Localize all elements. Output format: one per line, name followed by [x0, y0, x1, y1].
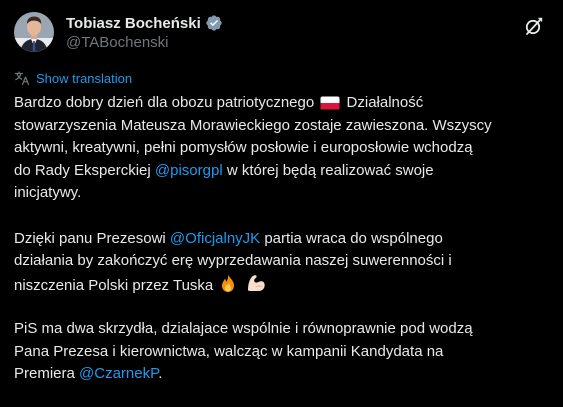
tweet-line: Bardzo dobry dzień dla obozu patriotyczn…	[14, 92, 563, 115]
author-name-row: Tobiasz Bocheński	[66, 13, 223, 33]
tweet-text-segment: .	[158, 365, 163, 383]
show-translation-link[interactable]: Show translation	[36, 71, 132, 86]
mention-link[interactable]: @pisorgpl	[155, 162, 223, 179]
tweet-text-segment: partia wraca do wspólnego	[264, 229, 443, 247]
tweet-line: do Rady Eksperckiej @pisorgpl w której b…	[14, 160, 563, 183]
tweet-header: Tobiasz Bocheński @TABochenski	[14, 12, 563, 56]
tweet-text-segment: Premiera	[14, 365, 75, 383]
tweet-line: Dzięki panu Prezesowi @OficjalnyJK parti…	[14, 228, 563, 251]
translate-icon	[14, 70, 30, 86]
tweet-line: stowarzyszenia Mateusza Morawieckiego zo…	[14, 116, 492, 134]
grok-icon[interactable]	[524, 16, 544, 36]
tweet-text-segment: Dzięki panu Prezesowi	[14, 229, 166, 247]
profile-photo-icon	[14, 12, 54, 52]
author-name[interactable]: Tobiasz Bocheński	[66, 15, 201, 32]
fire-icon	[219, 273, 237, 301]
show-translation-row[interactable]: Show translation	[14, 69, 132, 87]
tweet-line: działania by zakończyć erę wyprzedawania…	[14, 252, 452, 270]
author-handle[interactable]: @TABochenski	[66, 34, 169, 51]
tweet-line: niszczenia Polski przez Tuska	[14, 273, 563, 296]
tweet-text: Bardzo dobry dzień dla obozu patriotyczn…	[14, 92, 563, 386]
tweet-text-segment: w której będą realizować swoje	[226, 161, 434, 179]
tweet-line: PiS ma dwa skrzydła, dzialajace wspólnie…	[14, 319, 473, 337]
tweet-line: Pana Prezesa i kierownictwa, walcząc w k…	[14, 342, 444, 360]
tweet-line: aktywni, kreatywni, pełni pomysłów posło…	[14, 139, 473, 157]
author-avatar[interactable]	[14, 12, 54, 52]
tweet-line: Premiera @CzarnekP.	[14, 363, 563, 386]
tweet-text-segment: Bardzo dobry dzień dla obozu patriotyczn…	[14, 94, 315, 111]
tweet-text-segment: Działalność	[346, 94, 424, 111]
verified-badge-icon[interactable]	[205, 14, 223, 32]
tweet-text-segment: do Rady Eksperckiej	[14, 161, 151, 179]
tweet-text-segment: niszczenia Polski przez Tuska	[14, 276, 214, 294]
tweet-line: inicjatywy.	[14, 184, 82, 202]
mention-link[interactable]: @OficjalnyJK	[170, 230, 260, 247]
flexed-biceps-icon	[246, 273, 266, 301]
mention-link[interactable]: @CzarnekP	[79, 365, 158, 382]
